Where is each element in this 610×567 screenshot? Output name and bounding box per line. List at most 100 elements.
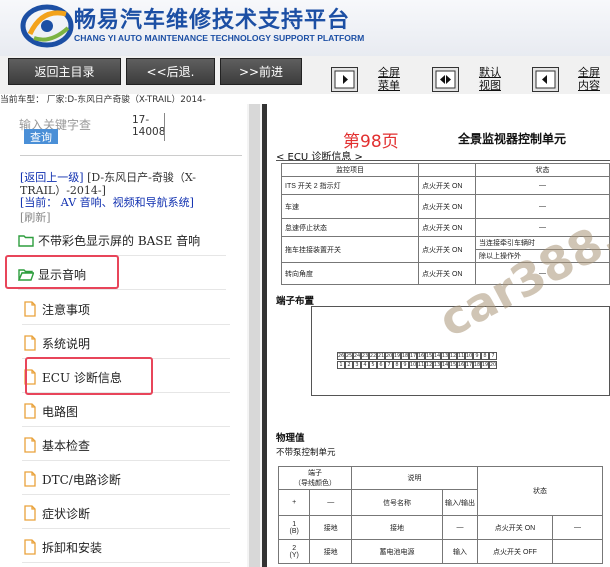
- connector-pin: 21: [377, 352, 385, 360]
- table-header: 输入/输出: [442, 489, 478, 516]
- divider-line: [20, 155, 242, 156]
- document-code-line2: 14008: [132, 126, 166, 138]
- sidebar-scrollbar-thumb[interactable]: [249, 104, 260, 567]
- default-view-label[interactable]: 默认 视图: [479, 66, 501, 92]
- tree-doc[interactable]: 基本检查: [22, 430, 230, 461]
- table-cell: —: [475, 176, 610, 195]
- app-title: 畅易汽车维修技术支持平台: [74, 8, 351, 33]
- connector-pin: 8: [481, 352, 489, 360]
- connector-pin: 20: [489, 361, 497, 369]
- connector-pin: 2: [345, 361, 353, 369]
- connector-pin-row: 1 2 3 4 5 6 7 8 9 10 11 12 13 14 15 16 17 18 19 20: [337, 361, 497, 369]
- tree-doc-label: 系统说明: [42, 336, 91, 351]
- table-cell: 2 (Y): [277, 539, 311, 564]
- connector-pin: 9: [473, 352, 481, 360]
- tree-doc[interactable]: 拆卸和安装: [22, 532, 230, 563]
- connector-pin: 18: [473, 361, 481, 369]
- table-cell: 接地: [309, 515, 352, 540]
- tree-folder-label: 不带彩色显示屏的 BASE 音响: [38, 233, 201, 248]
- tree-doc[interactable]: 系统说明: [22, 328, 230, 359]
- tree-doc[interactable]: 电路图: [22, 396, 230, 427]
- tree-doc-label: 基本检查: [42, 438, 91, 453]
- table-cell: 接地: [309, 539, 352, 564]
- divider-line: [164, 113, 165, 141]
- connector-pin: 5: [369, 361, 377, 369]
- connector-pin: 14: [433, 352, 441, 360]
- table-cell: 点火开关 OFF: [477, 539, 553, 564]
- fullscreen-menu-label[interactable]: 全屏 菜单: [378, 66, 400, 92]
- fullscreen-menu-label-line2: 菜单: [378, 79, 400, 92]
- tree-doc[interactable]: 症状诊断: [22, 498, 230, 529]
- pump-heading: 不带泵控制单元: [276, 448, 336, 458]
- connector-pin: 18: [401, 352, 409, 360]
- fullscreen-content-label[interactable]: 全屏 内容: [578, 66, 600, 92]
- connector-pin: 12: [449, 352, 457, 360]
- connector-pin: 11: [417, 361, 425, 369]
- forward-button[interactable]: >>前进: [220, 58, 302, 85]
- current-prefix: [当前：: [20, 196, 58, 209]
- connector-pin: 13: [433, 361, 441, 369]
- table-cell: ITS 开关 2 指示灯: [281, 176, 419, 195]
- toolbar: 返回主目录 <<后退. >>前进 全屏 菜单 默认 视图 全屏 内容: [0, 56, 610, 94]
- table-cell: 蓄电池电源: [351, 539, 443, 564]
- table-header-text: （导线颜色）: [294, 480, 336, 487]
- table-header: —: [309, 489, 352, 516]
- document-icon: [24, 301, 36, 317]
- table-header: 端子 （导线颜色）: [278, 466, 352, 490]
- table-cell: 怠速停止状态: [281, 218, 419, 237]
- default-view-icon: [435, 70, 456, 89]
- fullscreen-content-label-line2: 内容: [578, 79, 600, 92]
- table-cell: 接地: [351, 515, 443, 540]
- default-view-button[interactable]: [432, 67, 459, 92]
- table-cell: 车速: [281, 194, 419, 219]
- home-button[interactable]: 返回主目录: [8, 58, 121, 85]
- connector-pin: 22: [369, 352, 377, 360]
- table-cell: 点火开关 ON: [418, 176, 476, 195]
- connector-pin: 19: [393, 352, 401, 360]
- tree-doc[interactable]: DTC/电路诊断: [22, 464, 230, 495]
- table-cell: —: [552, 515, 603, 540]
- fullscreen-menu-icon: [334, 70, 355, 89]
- breadcrumb: [返回上一级] [D-东风日产-奇骏（X-TRAIL）-2014-] [当前： …: [20, 171, 240, 210]
- connector-pin: 23: [361, 352, 369, 360]
- table-header: 状态: [475, 163, 610, 177]
- connector-pin: 7: [385, 361, 393, 369]
- terminal-table: 端子 （导线颜色） 说明 状态 + — 信号名称 输入/输出 1 (B) 接地 …: [277, 466, 603, 564]
- table-header: 说明: [351, 466, 478, 490]
- table-header-blank: [418, 163, 476, 177]
- connector-pin: 24: [353, 352, 361, 360]
- connector-pin: 15: [425, 352, 433, 360]
- table-cell: 拖车挂接装置开关: [281, 236, 419, 263]
- back-up-link[interactable]: [返回上一级]: [20, 171, 84, 184]
- fullscreen-menu-button[interactable]: [331, 67, 358, 92]
- document-icon: [24, 539, 36, 555]
- document-icon: [24, 505, 36, 521]
- app-subtitle: CHANG YI AUTO MAINTENANCE TECHNOLOGY SUP…: [74, 33, 365, 43]
- connector-pin: 15: [449, 361, 457, 369]
- highlight-box: [25, 357, 153, 395]
- fullscreen-content-button[interactable]: [532, 67, 559, 92]
- folder-icon: [18, 235, 34, 247]
- search-button[interactable]: 查询: [24, 129, 58, 144]
- table-cell: 输入: [442, 539, 478, 564]
- tree-doc-label: 电路图: [42, 404, 79, 419]
- default-view-label-line2: 视图: [479, 79, 501, 92]
- tree-doc-label: 注意事项: [42, 302, 91, 317]
- connector-pin: 1: [337, 361, 345, 369]
- tree-folder[interactable]: 不带彩色显示屏的 BASE 音响: [18, 225, 226, 256]
- table-cell: —: [442, 515, 478, 540]
- connector-pin: 10: [409, 361, 417, 369]
- back-button[interactable]: <<后退.: [126, 58, 215, 85]
- table-cell: 转向角度: [281, 262, 419, 285]
- document-icon: [24, 403, 36, 419]
- connector-pin: 25: [345, 352, 353, 360]
- connector-pin: 7: [489, 352, 497, 360]
- document-icon: [24, 471, 36, 487]
- refresh-link[interactable]: [刷新]: [20, 209, 51, 225]
- tree-doc[interactable]: 注意事项: [22, 294, 230, 325]
- table-cell: 点火开关 ON: [418, 236, 476, 263]
- document-icon: [24, 335, 36, 351]
- table-header-text: 端子: [308, 470, 322, 477]
- highlight-box: [5, 255, 119, 289]
- app-header: 畅易汽车维修技术支持平台 CHANG YI AUTO MAINTENANCE T…: [0, 0, 610, 56]
